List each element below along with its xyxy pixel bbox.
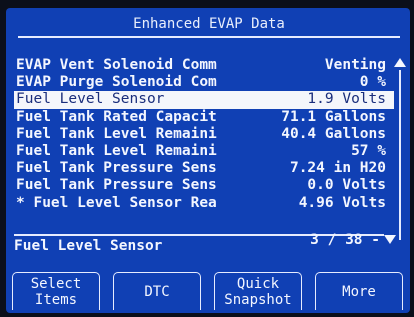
item-label: Fuel Level Sensor [16,91,165,108]
softkey-label: Select [30,275,82,292]
scanner-screen: Enhanced EVAP Data EVAP Vent Solenoid Co… [6,8,410,313]
item-value: 57 % [351,142,386,159]
select-items-button[interactable]: Select Items [12,272,100,310]
list-item[interactable]: Fuel Tank Level Remaini 57 % [14,143,394,160]
softkey-label: Snapshot [224,291,292,308]
item-label: EVAP Purge Solenoid Com [16,74,217,91]
item-label: Fuel Tank Pressure Sens [16,177,217,194]
screen-title: Enhanced EVAP Data [18,12,400,38]
item-label: Fuel Tank Rated Capacit [16,108,217,125]
item-value: 71.1 Gallons [281,108,386,125]
softkey-bar: Select Items DTC Quick Snapshot More [10,272,406,310]
list-item-selected[interactable]: Fuel Level Sensor 1.9 Volts [14,91,394,109]
scrollbar[interactable] [394,58,406,240]
item-label: EVAP Vent Solenoid Comm [16,57,217,73]
item-value: Venting [324,57,386,73]
item-value: 40.4 Gallons [281,125,386,142]
list-item[interactable]: Fuel Tank Pressure Sens 7.24 in H20 [14,160,394,177]
item-label: Fuel Tank Level Remaini [16,125,217,142]
softkey-label: More [342,283,376,300]
item-label: Fuel Tank Pressure Sens [16,160,217,177]
scroll-track [399,70,401,240]
list-item[interactable]: * Fuel Level Sensor Rea 4.96 Volts [14,195,394,212]
item-value: 0.0 Volts [307,177,386,194]
softkey-label: Quick [236,275,280,292]
softkey-label: DTC [144,283,170,300]
quick-snapshot-button[interactable]: Quick Snapshot [214,272,302,310]
triangle-up-icon[interactable] [394,58,406,67]
list-item[interactable]: EVAP Vent Solenoid Comm Venting [14,57,394,74]
softkey-label: Items [34,291,78,308]
list-item[interactable]: Fuel Tank Level Remaini 40.4 Gallons [14,126,394,143]
page-indicator: 3 / 38 - [310,232,380,248]
item-label: * Fuel Level Sensor Rea [16,194,217,211]
dtc-button[interactable]: DTC [113,272,201,310]
data-list: EVAP Vent Solenoid Comm Venting EVAP Pur… [14,57,394,212]
item-value: 7.24 in H20 [289,160,386,177]
selected-item-name: Fuel Level Sensor [14,238,163,254]
item-value: 1.9 Volts [307,91,386,108]
item-label: Fuel Tank Level Remaini [16,142,217,159]
item-value: 4.96 Volts [298,194,386,211]
list-item[interactable]: EVAP Purge Solenoid Com 0 % [14,74,394,91]
more-button[interactable]: More [315,272,403,310]
triangle-down-icon[interactable] [384,235,396,244]
list-item[interactable]: Fuel Tank Pressure Sens 0.0 Volts [14,177,394,194]
list-item[interactable]: Fuel Tank Rated Capacit 71.1 Gallons [14,109,394,126]
item-value: 0 % [359,74,386,91]
